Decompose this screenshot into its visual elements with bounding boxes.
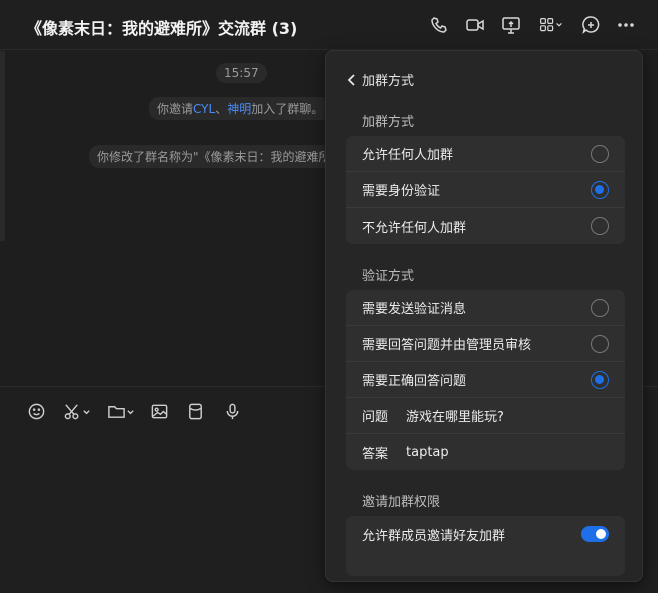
chevron-left-icon [347,73,355,86]
section-title-join: 加群方式 [362,115,415,130]
invite-separator: 、 [215,102,228,116]
join-option-none[interactable]: 不允许任何人加群 [346,208,625,244]
verify-option-correct-answer[interactable]: 需要正确回答问题 [346,362,625,398]
red-packet-icon[interactable] [186,400,205,422]
verify-option-admin-review[interactable]: 需要回答问题并由管理员审核 [346,326,625,362]
chevron-down-icon[interactable] [82,402,91,421]
scrollbar[interactable] [0,51,5,241]
radio-button[interactable] [591,298,609,317]
screen-share-icon[interactable] [500,14,522,36]
join-options-group: 允许任何人加群 需要身份验证 不允许任何人加群 [346,136,625,244]
section-title-invite: 邀请加群权限 [362,495,441,510]
radio-button[interactable] [591,334,609,353]
group-title: 《像素末日：我的避难所》交流群 (3) [26,19,298,38]
timestamp: 15:57 [216,63,267,83]
join-option-anyone[interactable]: 允许任何人加群 [346,136,625,172]
emoji-icon[interactable] [27,400,46,422]
user-link-shenming[interactable]: 神明 [227,102,251,116]
radio-button[interactable] [591,217,609,235]
invite-suffix: 加入了群聊。 [251,102,324,116]
user-link-cyl[interactable]: CYL [193,102,215,116]
invite-options-group: 允许群成员邀请好友加群 [346,516,625,576]
system-message-rename: 你修改了群名称为"《像素末日：我的避难所 [89,145,339,168]
invite-prefix: 你邀请 [157,102,194,116]
back-label: 加群方式 [362,74,415,89]
verify-option-message[interactable]: 需要发送验证消息 [346,290,625,326]
radio-button[interactable] [591,144,609,163]
answer-value[interactable]: taptap [406,445,449,460]
question-value[interactable]: 游戏在哪里能玩? [406,406,504,425]
add-icon[interactable] [580,14,602,36]
more-icon[interactable] [615,14,637,36]
join-option-verify[interactable]: 需要身份验证 [346,172,625,208]
radio-button-selected[interactable] [591,370,609,389]
radio-button-selected[interactable] [591,180,609,199]
invite-toggle-row[interactable]: 允许群成员邀请好友加群 [346,516,625,552]
phone-icon[interactable] [428,14,450,36]
invite-toggle-switch[interactable] [581,526,609,542]
answer-label: 答案 [362,446,389,462]
back-button[interactable]: 加群方式 [346,70,414,89]
question-row[interactable]: 问题 游戏在哪里能玩? [346,398,625,434]
video-icon[interactable] [464,14,486,36]
chevron-down-icon[interactable] [126,402,135,421]
chat-header: 《像素末日：我的避难所》交流群 (3) [0,0,658,50]
answer-row[interactable]: 答案 taptap [346,434,625,470]
question-label: 问题 [362,410,389,425]
screenshot-icon[interactable] [63,400,91,422]
microphone-icon[interactable] [223,400,242,422]
join-method-panel: 加群方式 加群方式 允许任何人加群 需要身份验证 不允许任何人加群 验证方式 需… [325,50,643,582]
apps-icon[interactable] [537,14,565,36]
section-title-verify: 验证方式 [362,269,415,284]
system-message-invite: 你邀请CYL、神明加入了群聊。 [149,97,332,120]
image-icon[interactable] [150,400,169,422]
verify-options-group: 需要发送验证消息 需要回答问题并由管理员审核 需要正确回答问题 问题 游戏在哪里… [346,290,625,470]
folder-icon[interactable] [107,400,135,422]
